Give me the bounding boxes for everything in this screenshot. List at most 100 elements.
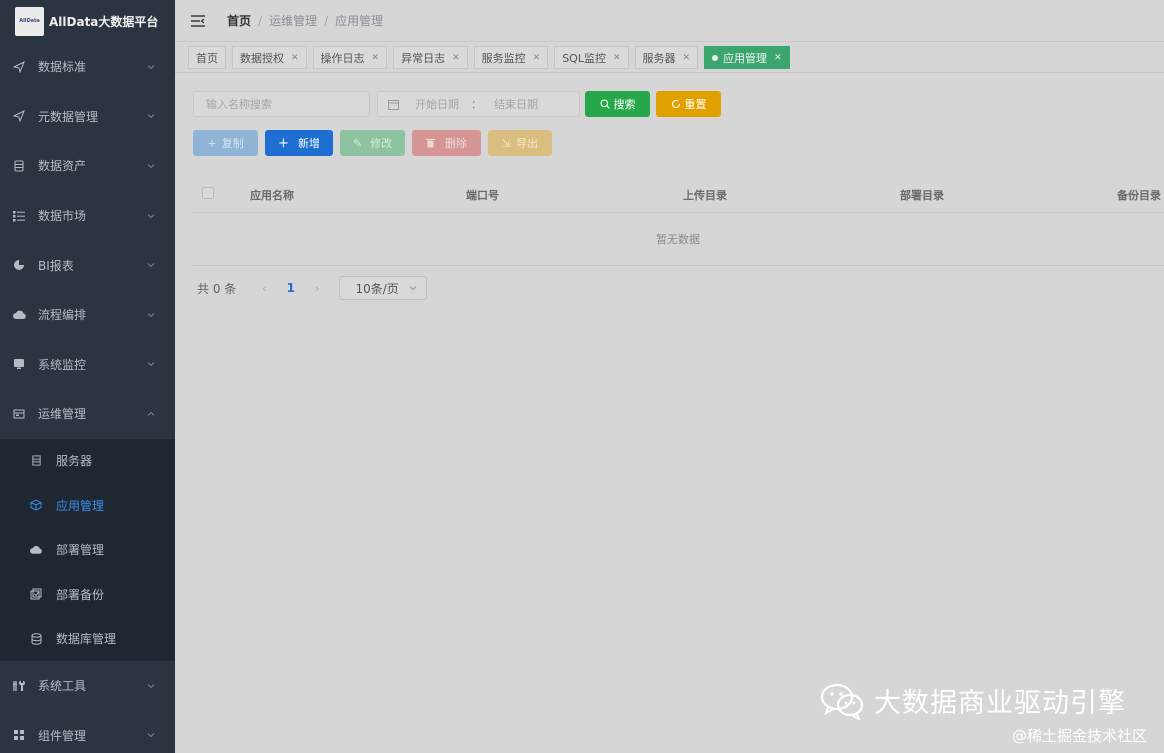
close-icon[interactable]: ✕: [683, 53, 691, 63]
tab-sql-monitor[interactable]: SQL监控 ✕: [554, 46, 629, 69]
sidebar-subitem-server[interactable]: 服务器: [0, 439, 175, 483]
column-header-app-name[interactable]: 应用名称: [250, 187, 294, 203]
close-icon[interactable]: ✕: [533, 53, 541, 63]
name-search-input[interactable]: 输入名称搜索: [193, 91, 370, 117]
reset-button-label: 重置: [684, 98, 707, 111]
search-button[interactable]: 搜索: [585, 91, 650, 117]
refresh-icon: [671, 99, 680, 108]
close-icon[interactable]: ✕: [774, 53, 782, 63]
send-icon: [12, 60, 26, 74]
column-header-upload-dir[interactable]: 上传目录: [683, 187, 727, 203]
edit-icon: ✎: [352, 136, 363, 150]
tab-label: SQL监控: [562, 51, 606, 65]
tab-label: 操作日志: [320, 51, 365, 65]
next-page-icon[interactable]: ›: [315, 282, 319, 295]
chevron-down-icon: [147, 64, 155, 70]
sidebar-item-data-standard[interactable]: 数据标准: [0, 42, 175, 92]
prev-page-icon[interactable]: ‹: [262, 282, 266, 295]
pagination-current-page[interactable]: 1: [287, 281, 295, 295]
active-dot-icon: [712, 54, 719, 61]
sidebar-item-data-market[interactable]: 数据市场: [0, 191, 175, 241]
tab-label: 数据授权: [240, 51, 284, 65]
tab-error-log[interactable]: 异常日志 ✕: [393, 46, 468, 69]
app-table: 应用名称 端口号 上传目录 部署目录 备份目录 暂无数据: [192, 174, 1164, 266]
tab-label: 首页: [196, 51, 218, 65]
sidebar-subitem-label: 应用管理: [56, 498, 105, 513]
menu-toggle-icon[interactable]: [190, 14, 206, 28]
pagination: 共 0 条 ‹ 1 › 10条/页: [197, 275, 428, 301]
app-logo: AllData: [15, 6, 44, 36]
logo-area[interactable]: AllData AllData大数据平台: [0, 0, 175, 42]
sidebar-item-flow[interactable]: 流程编排: [0, 290, 175, 340]
column-header-port[interactable]: 端口号: [466, 187, 499, 203]
tab-label: 服务监控: [481, 51, 526, 65]
edit-button-label: 修改: [370, 137, 393, 150]
breadcrumb-home[interactable]: 首页: [227, 12, 251, 29]
sidebar-subitem-deploy[interactable]: 部署管理: [0, 528, 175, 572]
select-all-checkbox[interactable]: [202, 187, 214, 199]
sidebar-subitem-app-management[interactable]: 应用管理: [0, 483, 175, 527]
date-range-picker[interactable]: 开始日期 ： 结束日期: [377, 91, 580, 117]
page-size-select[interactable]: 10条/页: [339, 276, 428, 300]
tab-home[interactable]: 首页: [188, 46, 226, 69]
close-icon[interactable]: ✕: [372, 53, 380, 63]
start-date-placeholder[interactable]: 开始日期: [415, 96, 459, 112]
sidebar-subitem-database[interactable]: 数据库管理: [0, 616, 175, 660]
column-header-deploy-dir[interactable]: 部署目录: [900, 187, 944, 203]
breadcrumb-separator: /: [258, 13, 263, 28]
app-title: AllData大数据平台: [49, 14, 159, 29]
watermark-subtext: @稀土掘金技术社区: [1012, 727, 1148, 745]
delete-button[interactable]: 删除: [412, 130, 481, 156]
sidebar-item-system-tools[interactable]: 系统工具: [0, 661, 175, 711]
tab-server[interactable]: 服务器 ✕: [634, 46, 699, 69]
copy-button[interactable]: + 复制: [193, 130, 258, 156]
close-icon[interactable]: ✕: [291, 53, 299, 63]
list-icon: [12, 209, 26, 223]
end-date-placeholder[interactable]: 结束日期: [494, 96, 538, 112]
close-icon[interactable]: ✕: [613, 53, 621, 63]
sidebar-item-data-assets[interactable]: 数据资产: [0, 141, 175, 191]
tab-app-management[interactable]: 应用管理 ✕: [704, 46, 790, 69]
database-icon: [12, 159, 26, 173]
search-button-label: 搜索: [613, 98, 636, 111]
reset-button[interactable]: 重置: [656, 91, 721, 117]
chevron-down-icon: [147, 213, 155, 218]
tab-service-monitor[interactable]: 服务监控 ✕: [473, 46, 549, 69]
column-header-backup-dir[interactable]: 备份目录: [1117, 187, 1161, 203]
database-icon: [30, 632, 42, 645]
watermark: 大数据商业驱动引擎: [820, 681, 1126, 720]
sidebar-subitem-backup[interactable]: 部署备份: [0, 572, 175, 616]
server-icon: [30, 455, 42, 467]
sidebar-item-bi-report[interactable]: BI报表: [0, 240, 175, 290]
tab-operation-log[interactable]: 操作日志 ✕: [312, 46, 388, 69]
cube-icon: [30, 499, 42, 511]
filter-bar: 输入名称搜索 开始日期 ： 结束日期 搜索 重置: [193, 91, 721, 117]
sidebar-item-label: 组件管理: [38, 728, 87, 743]
close-icon[interactable]: ✕: [452, 53, 460, 63]
table-header: 应用名称 端口号 上传目录 部署目录 备份目录: [192, 174, 1164, 213]
chevron-up-icon: [147, 411, 155, 416]
chevron-down-icon: [147, 263, 155, 268]
monitor-icon: [12, 357, 26, 371]
export-button[interactable]: ⇲ 导出: [488, 130, 552, 156]
send-icon: [12, 109, 26, 123]
input-placeholder: 输入名称搜索: [206, 98, 272, 111]
edit-button[interactable]: ✎ 修改: [340, 130, 405, 156]
sidebar-subitem-label: 数据库管理: [56, 632, 117, 646]
sidebar-item-ops[interactable]: 运维管理: [0, 389, 175, 439]
range-separator: ：: [471, 98, 482, 111]
search-icon: [599, 99, 610, 109]
add-button-label: 新增: [297, 137, 320, 150]
sidebar-subitem-label: 部署备份: [56, 587, 105, 602]
tab-data-auth[interactable]: 数据授权 ✕: [232, 46, 307, 69]
delete-button-label: 删除: [445, 137, 467, 150]
copy-button-label: 复制: [221, 137, 244, 150]
tab-label: 应用管理: [723, 51, 768, 65]
sidebar-item-components[interactable]: 组件管理: [0, 710, 175, 753]
sidebar-item-metadata[interactable]: 元数据管理: [0, 92, 175, 142]
add-button[interactable]: + 新增: [265, 130, 333, 156]
tab-label: 异常日志: [401, 51, 446, 65]
sidebar-item-monitor[interactable]: 系统监控: [0, 340, 175, 390]
sidebar-item-label: 流程编排: [38, 308, 87, 323]
sidebar-item-label: 系统监控: [38, 357, 87, 372]
